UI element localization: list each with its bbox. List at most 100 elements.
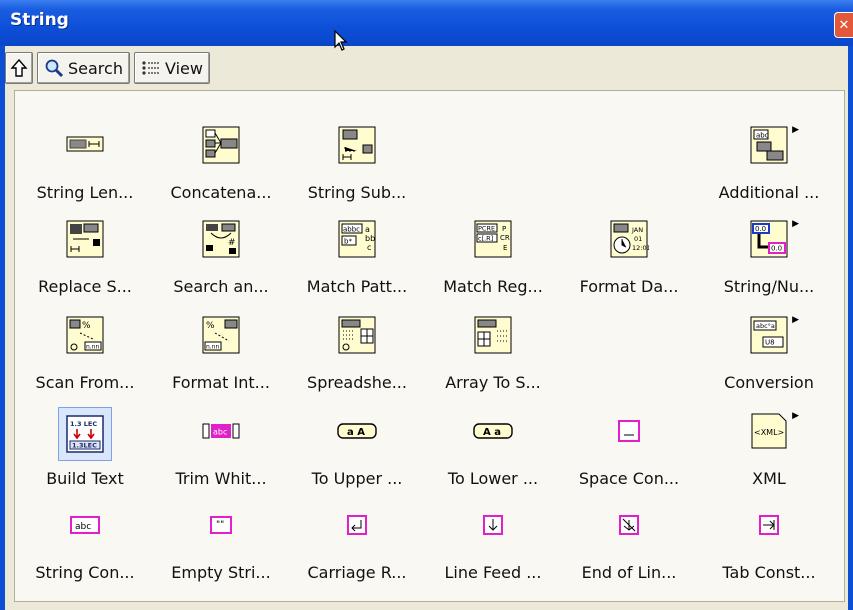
palette-item-additional-functions[interactable]: abc ▶ Additional ... <box>701 125 837 229</box>
palette-item-label: Additional ... <box>718 183 820 202</box>
svg-text:%: % <box>82 321 91 331</box>
palette-item-space-constant[interactable]: Space Con... <box>561 411 697 515</box>
svg-text:12:01: 12:01 <box>632 244 649 252</box>
palette-item-label: Match Reg... <box>443 277 543 296</box>
array-to-spreadsheet-icon <box>473 315 513 355</box>
close-button[interactable]: ✕ <box>834 12 853 38</box>
palette-item-label: End of Lin... <box>581 563 677 582</box>
up-button[interactable] <box>5 52 33 84</box>
palette-item-carriage-return[interactable]: Carriage R... <box>289 505 425 609</box>
palette-toolbar: Search View <box>5 52 210 88</box>
palette-item-empty-string[interactable]: "" Empty Stri... <box>153 505 289 609</box>
window-border-left <box>0 46 5 610</box>
palette-item-replace-substring[interactable]: Replace S... <box>17 219 153 323</box>
palette-item-label: Tab Const... <box>722 563 816 582</box>
end-of-line-icon <box>609 505 649 545</box>
concatenate-icon <box>201 125 241 165</box>
search-and-replace-icon: # <box>201 219 241 259</box>
palette-item-spreadsheet[interactable]: Spreadshe... <box>289 315 425 419</box>
svg-text:JAN: JAN <box>631 226 643 234</box>
xml-icon: <XML> ▶ <box>749 411 799 451</box>
carriage-return-icon <box>337 505 377 545</box>
palette-item-string-constant[interactable]: abc String Con... <box>17 505 153 609</box>
palette-item-tab-constant[interactable]: Tab Const... <box>701 505 837 609</box>
palette-item-label: Format Da... <box>579 277 679 296</box>
window-border-right <box>848 46 853 610</box>
trim-whitespace-icon: abc <box>201 411 241 451</box>
palette-item-string-length[interactable]: String Len... <box>17 125 153 229</box>
svg-text:n.nn: n.nn <box>206 344 220 351</box>
palette-item-label: Replace S... <box>38 277 132 296</box>
palette-item-to-lower[interactable]: A a To Lower ... <box>425 411 561 515</box>
palette-item-scan-from[interactable]: % n.nn Scan From... <box>17 315 153 419</box>
svg-text:%: % <box>206 321 215 331</box>
palette-item-format-into[interactable]: % n.nn Format Int... <box>153 315 289 419</box>
to-lower-icon: A a <box>473 411 513 451</box>
svg-text:bb: bb <box>365 234 375 243</box>
svg-text:a A: a A <box>347 427 365 438</box>
svg-text:0.0: 0.0 <box>771 245 782 253</box>
palette-item-label: Scan From... <box>35 373 135 392</box>
palette-content: String Len... Concatena... String Sub...… <box>14 90 845 602</box>
scan-from-icon: % n.nn <box>65 315 105 355</box>
palette-item-search-and-replace[interactable]: # Search an... <box>153 219 289 323</box>
svg-text:E: E <box>503 244 507 252</box>
svg-text:0.0: 0.0 <box>755 225 766 233</box>
palette-item-label: XML <box>752 469 786 488</box>
svg-text:#: # <box>228 238 236 248</box>
svg-text:CR: CR <box>500 234 510 242</box>
palette-item-build-text[interactable]: 1.3 LEC 1.3LEC Build Text <box>17 407 153 515</box>
palette-item-label: Format Int... <box>172 373 270 392</box>
palette-item-to-upper[interactable]: a A To Upper ... <box>289 411 425 515</box>
search-button[interactable]: Search <box>37 52 130 84</box>
palette-item-label: Space Con... <box>578 469 680 488</box>
string-constant-icon: abc <box>65 505 105 545</box>
to-upper-icon: a A <box>337 411 377 451</box>
replace-substring-icon <box>65 219 105 259</box>
space-constant-icon <box>609 411 649 451</box>
format-date-icon: JAN 01 12:01 <box>609 219 649 259</box>
svg-text:01: 01 <box>634 235 642 243</box>
palette-item-label: String Sub... <box>307 183 407 202</box>
tab-constant-icon <box>749 505 789 545</box>
submenu-arrow-icon: ▶ <box>792 219 799 229</box>
string-subset-icon <box>337 125 377 165</box>
mouse-cursor-icon <box>334 30 348 51</box>
palette-item-xml[interactable]: <XML> ▶ XML <box>701 411 837 515</box>
view-button[interactable]: View <box>133 52 210 84</box>
svg-text:P: P <box>502 225 506 233</box>
match-pattern-icon: abbc b* a bb c <box>337 219 377 259</box>
additional-functions-icon: abc ▶ <box>749 125 799 165</box>
palette-item-label: String Len... <box>36 183 134 202</box>
search-icon <box>44 58 64 78</box>
line-feed-icon <box>473 505 513 545</box>
palette-window: String ✕ Search View String Len... Conca… <box>0 0 853 610</box>
svg-text:c[.R]: c[.R] <box>478 235 493 243</box>
palette-item-string-subset[interactable]: String Sub... <box>289 125 425 229</box>
palette-item-label: String Con... <box>35 563 135 582</box>
palette-item-conversion[interactable]: abc°a U8 ▶ Conversion <box>701 315 837 419</box>
palette-item-line-feed[interactable]: Line Feed ... <box>425 505 561 609</box>
empty-string-icon: "" <box>201 505 241 545</box>
palette-item-end-of-line[interactable]: End of Lin... <box>561 505 697 609</box>
palette-item-label: Line Feed ... <box>444 563 542 582</box>
palette-item-format-date[interactable]: JAN 01 12:01 Format Da... <box>561 219 697 323</box>
format-into-icon: % n.nn <box>201 315 241 355</box>
palette-item-trim-whitespace[interactable]: abc Trim Whit... <box>153 411 289 515</box>
palette-item-label: Conversion <box>724 373 814 392</box>
palette-item-label: Match Patt... <box>306 277 408 296</box>
palette-item-string-number[interactable]: 0.0 0.0 ▶ String/Nu... <box>701 219 837 323</box>
svg-text:abbc: abbc <box>343 226 360 234</box>
svg-text:U8: U8 <box>765 339 775 347</box>
palette-item-concatenate[interactable]: Concatena... <box>153 125 289 229</box>
palette-item-label: String/Nu... <box>723 277 815 296</box>
search-button-label: Search <box>68 58 123 78</box>
palette-item-array-to-spreadsheet[interactable]: Array To S... <box>425 315 561 419</box>
svg-text:"": "" <box>216 520 224 530</box>
palette-item-match-pattern[interactable]: abbc b* a bb c Match Patt... <box>289 219 425 323</box>
submenu-arrow-icon: ▶ <box>792 125 799 135</box>
title-bar[interactable]: String ✕ <box>0 0 853 46</box>
svg-text:abc: abc <box>756 132 769 140</box>
palette-item-match-regex[interactable]: PCRE c[.R] P CR E Match Reg... <box>425 219 561 323</box>
palette-item-label: Spreadshe... <box>307 373 407 392</box>
